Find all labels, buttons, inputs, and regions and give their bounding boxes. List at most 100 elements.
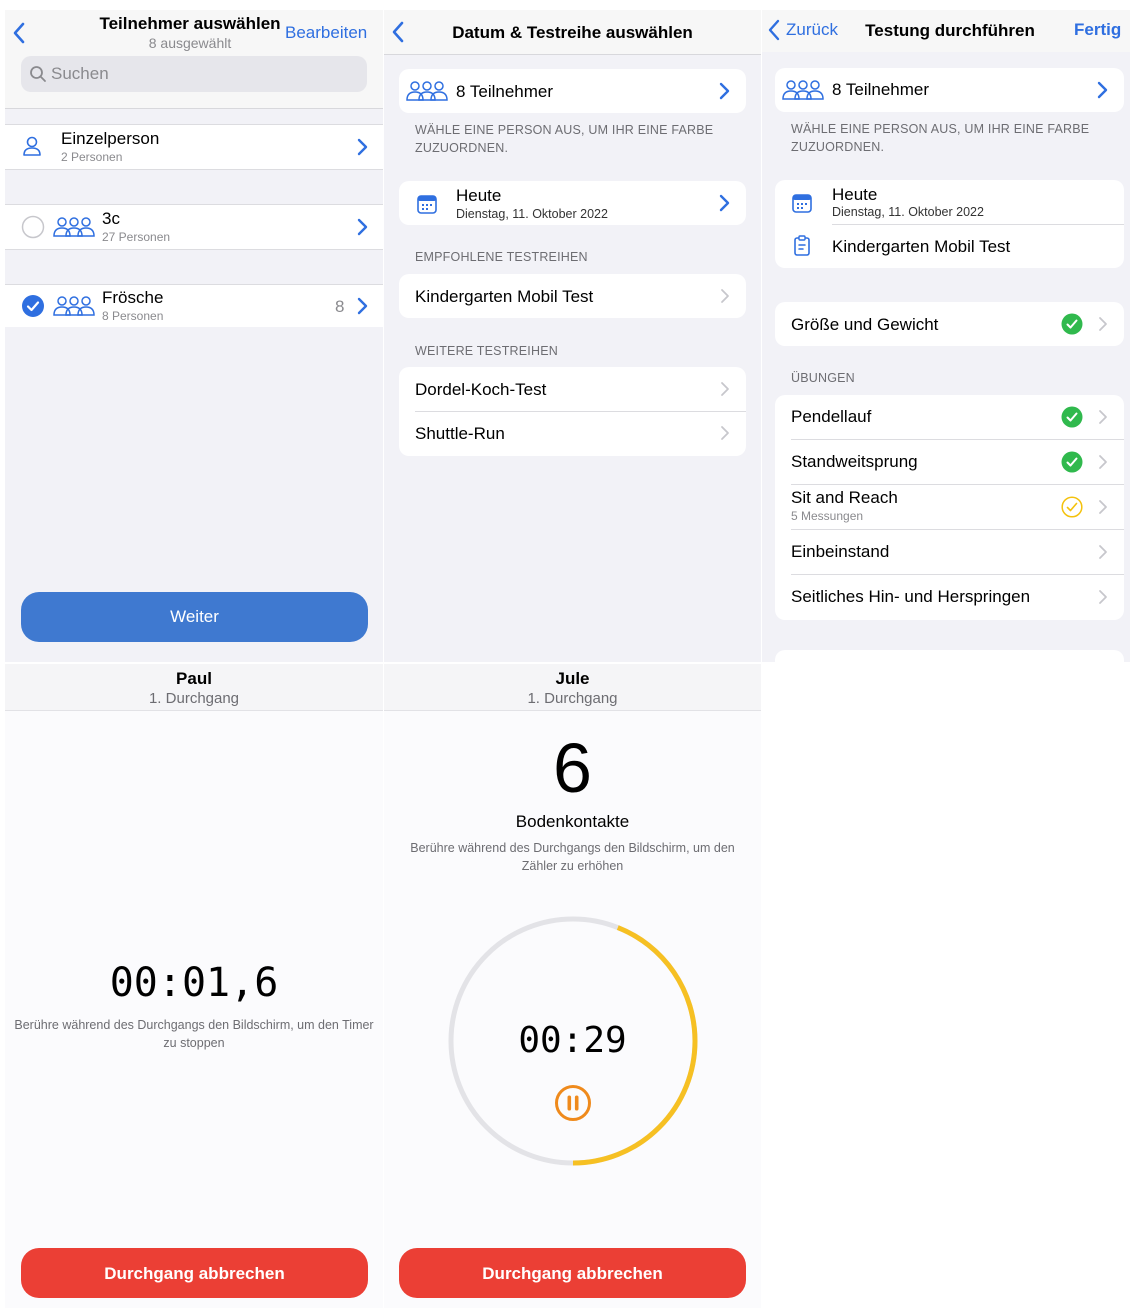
more-header: WEITERE TESTREIHEN [415,344,558,358]
chevron-right-icon [1099,545,1107,559]
selected-count: 8 [335,297,345,316]
chevron-right-icon [1099,590,1107,604]
list-item[interactable]: Dordel-Koch-Test [399,367,746,411]
participants-label: 8 Teilnehmer [456,82,554,101]
panel-select-date-series: Datum & Testreihe auswählen 8 Teilnehmer… [384,10,761,662]
panel-counter-jule: Jule 1. Durchgang 6 Bodenkontakte Berühr… [384,664,761,1308]
color-hint: WÄHLE EINE PERSON AUS, UM IHR EINE FARBE… [791,122,1090,154]
list-item-sit-and-reach[interactable]: Sit and Reach 5 Messungen [775,485,1124,529]
cancel-round-label: Durchgang abbrechen [104,1264,285,1283]
panel-run-testing: Zurück Testung durchführen Fertig 8 Teil… [762,10,1130,662]
back-chevron-icon[interactable] [11,22,27,44]
chevron-right-icon [1099,317,1107,331]
cancel-round-button[interactable]: Durchgang abbrechen [399,1248,746,1298]
round-label: 1. Durchgang [148,690,240,707]
nav-bar: Datum & Testreihe auswählen [384,10,761,55]
chevron-right-icon [721,382,729,396]
color-hint: WÄHLE EINE PERSON AUS, UM IHR EINE FARBE… [415,123,714,155]
timer-display: 00:01,6 [109,960,279,1006]
calendar-icon [417,195,437,214]
check-done-icon [1061,406,1083,428]
checked-circle-icon[interactable] [21,294,45,318]
group-icon [406,81,448,101]
participants-row[interactable]: 8 Teilnehmer [775,68,1124,112]
list-item-sublabel: 8 Personen [102,309,164,323]
list-item-standweitsprung[interactable]: Standweitsprung [775,440,1124,484]
check-done-icon [1061,313,1083,335]
date-label: Heute [456,186,502,205]
check-done-icon [1061,451,1083,473]
header-bar: Paul 1. Durchgang [5,664,383,711]
list-item-pendellauf[interactable]: Pendellauf [775,395,1124,439]
chevron-right-icon [719,82,730,100]
group-icon [53,217,95,237]
list-item-3c[interactable]: 3c 27 Personen [5,204,383,250]
chevron-right-icon [357,218,368,236]
edit-button[interactable]: Bearbeiten [285,23,367,43]
participant-name: Jule [555,669,590,688]
list-item-sublabel: 5 Messungen [791,509,864,523]
date-row[interactable]: Heute Dienstag, 11. Oktober 2022 [399,181,746,225]
list-item-einzelperson[interactable]: Einzelperson 2 Personen [5,124,383,170]
contact-count: 6 [553,729,592,807]
list-item[interactable]: Shuttle-Run [399,412,746,456]
list-item-froesche[interactable]: Frösche 8 Personen 8 [5,284,383,327]
page-title: Testung durchführen [865,21,1035,40]
back-chevron-icon[interactable] [390,21,406,43]
list-item-label: Kindergarten Mobil Test [415,287,594,306]
recommended-list: Kindergarten Mobil Test [399,274,746,318]
exercises-header: ÜBUNGEN [791,371,855,385]
list-item-sublabel: 27 Personen [102,230,171,244]
recommended-header: EMPFOHLENE TESTREIHEN [415,250,588,264]
page-title: Teilnehmer auswählen [99,14,281,33]
date-label: Heute [832,185,878,204]
session-card: Heute Dienstag, 11. Oktober 2022 Kinderg… [775,180,1124,268]
continue-button[interactable]: Weiter [21,592,368,642]
unchecked-circle-icon[interactable] [21,215,45,239]
nav-bar: Zurück Testung durchführen Fertig [762,10,1130,52]
nav-bar: Teilnehmer auswählen 8 ausgewählt Bearbe… [5,10,383,109]
pause-icon[interactable] [554,1084,592,1122]
chevron-right-icon [1097,81,1108,99]
cancel-round-button[interactable]: Durchgang abbrechen [21,1248,368,1298]
chevron-right-icon [1099,410,1107,424]
back-chevron-icon[interactable] [767,19,781,41]
chevron-right-icon [357,297,368,315]
list-item-seitliches-hin-und-herspringen[interactable]: Seitliches Hin- und Herspringen [775,575,1124,620]
list-item-label: Frösche [102,288,164,307]
list-item-label: Seitliches Hin- und Herspringen [791,587,1031,606]
contact-count-label: Bodenkontakte [515,812,630,831]
participants-label: 8 Teilnehmer [832,80,930,99]
calendar-icon [792,194,812,213]
chevron-right-icon [1099,500,1107,514]
date-sublabel: Dienstag, 11. Oktober 2022 [456,207,608,221]
list-item-label: Größe und Gewicht [791,315,939,334]
header-bar: Jule 1. Durchgang [384,664,761,711]
search-icon [30,66,46,82]
group-icon [782,80,824,100]
list-item-label: 3c [102,209,120,228]
more-list: Dordel-Koch-Test Shuttle-Run [399,367,746,456]
test-series-label: Kindergarten Mobil Test [832,237,1011,256]
size-weight-row[interactable]: Größe und Gewicht [775,302,1124,346]
search-field[interactable]: Suchen [21,56,367,92]
list-item-einbeinstand[interactable]: Einbeinstand [775,530,1124,574]
page-title: Datum & Testreihe auswählen [452,23,693,42]
page-subtitle: 8 ausgewählt [148,35,232,51]
participants-row[interactable]: 8 Teilnehmer [399,69,746,113]
list-item-label: Pendellauf [791,407,872,426]
countdown-timer: 00:29 [518,1020,627,1061]
group-icon [53,296,95,316]
chevron-right-icon [1099,455,1107,469]
date-sublabel: Dienstag, 11. Oktober 2022 [832,205,984,219]
participant-name: Paul [176,669,212,688]
list-item[interactable]: Kindergarten Mobil Test [399,274,746,318]
panel-timer-paul: Paul 1. Durchgang 00:01,6 Berühre währen… [5,664,383,1308]
exercises-list: Pendellauf Standweitsprung Sit and Reach… [775,395,1124,620]
back-button[interactable]: Zurück [786,20,838,40]
done-button[interactable]: Fertig [1074,20,1121,40]
person-icon [23,136,41,156]
chevron-right-icon [721,289,729,303]
chevron-right-icon [721,426,729,440]
search-placeholder: Suchen [51,64,109,83]
